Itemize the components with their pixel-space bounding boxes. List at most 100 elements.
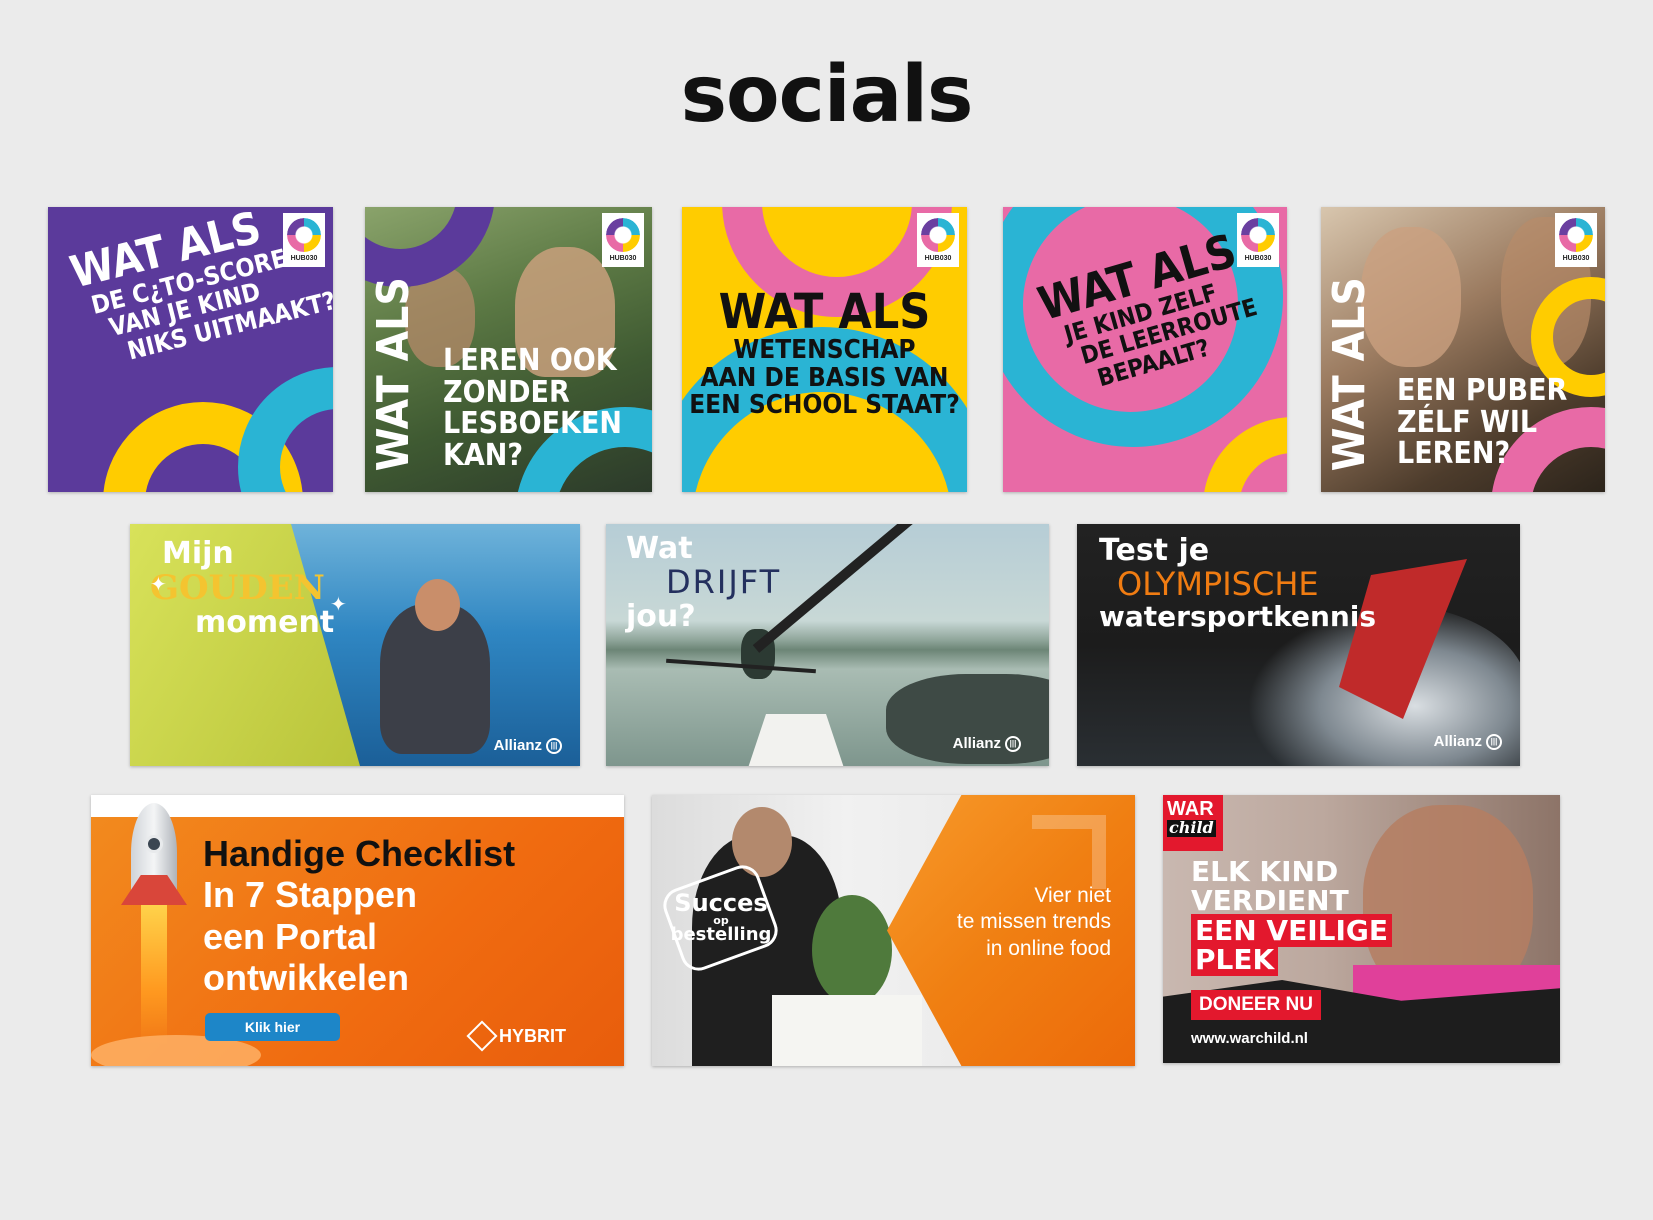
headline-line: VERDIENT [1191,884,1349,918]
hybrit-logo: HYBRIT [466,1020,566,1052]
warchild-logo: WAR child [1163,795,1223,851]
headline-line: moment [195,605,335,640]
allianz-card-drijft[interactable]: Wat DRIJFT jou? Allianz ||| [606,524,1049,766]
banner-headline: ELK KIND VERDIENT EEN VEILIGE PLEK [1191,855,1393,977]
question-line: LESBOEKEN [443,406,622,441]
hybrit-cube-icon [466,1020,498,1052]
headline-highlight: GOUDEN [150,568,325,608]
headline-line: een Portal [203,915,378,957]
brand-name: HYBRIT [499,1025,566,1046]
question-line: EEN PUBER [1397,373,1568,408]
headline-highlight: DRIJFT [666,563,782,601]
headline-line: Handige Checklist [203,833,516,874]
allianz-card-olympisch[interactable]: Test je OLYMPISCHE watersportkennis Alli… [1077,524,1520,766]
headline-red-text: EEN VEILIGE [1191,913,1393,947]
doneer-nu-button[interactable]: DONEER NU [1191,990,1321,1020]
question-line: AAN DE BASIS VAN [700,362,949,393]
tagline-line: Vier niet [1034,884,1111,907]
headline-line: Wat [626,531,693,566]
allianz-card-gouden[interactable]: Mijn GOUDEN moment ✦ ✦ Allianz ||| [130,524,580,766]
ring-icon [1241,218,1275,252]
question-line: WETENSCHAP [733,335,916,366]
sponsor-name: Allianz [493,737,542,754]
hybrit-banner[interactable]: Handige Checklist In 7 Stappen een Porta… [91,795,624,1066]
social-card-puber[interactable]: HUB030 WAT ALS EEN PUBER ZÉLF WIL LEREN? [1321,207,1605,492]
warchild-banner[interactable]: WAR child ELK KIND VERDIENT EEN VEILIGE … [1163,795,1560,1063]
logo-line: WAR [1167,798,1214,820]
sparkle-icon: ✦ [330,594,347,616]
question-line: KAN? [443,437,524,473]
social-card-lesboeken[interactable]: HUB030 WAT ALS LEREN OOK ZONDER LESBOEKE… [365,207,652,492]
sponsor-name: Allianz [1433,733,1482,750]
question-line: ZÉLF WIL [1397,404,1538,440]
card-headline: WAT ALS DE C¿TO-SCORE VAN JE KIND NIKS U… [65,207,333,373]
headline-line: In 7 Stappen [203,874,418,916]
paddle-shape [752,524,1020,653]
vertical-heading: WAT ALS [1323,277,1375,472]
shopping-bag-shape [772,995,922,1066]
hub030-logo: HUB030 [1237,213,1279,267]
headline-line: ontwikkelen [203,957,410,999]
headline-line: PLEK [1191,943,1392,977]
cyan-ring-shape [238,367,333,492]
logo-line: child [1167,818,1216,837]
banner-tagline: Vier niet te missen trends in online foo… [957,883,1111,962]
hub030-logo: HUB030 [917,213,959,267]
heading-line: WAT ALS [718,284,931,340]
question-line: LEREN? [1397,436,1511,471]
banner-headline: Handige Checklist In 7 Stappen een Porta… [203,833,515,999]
ring-icon [921,218,955,252]
headline-line: jou? [626,599,696,635]
tagline-line: in online food [986,936,1111,960]
warchild-url[interactable]: www.warchild.nl [1191,1030,1308,1047]
headline-line: EEN VEILIGE [1191,913,1393,947]
headline-line: Mijn [162,536,234,571]
purple-arc-shape [365,207,495,287]
ring-icon [606,218,640,252]
sparkle-icon: ✦ [150,574,167,596]
card-question: EEN PUBER ZÉLF WIL LEREN? [1397,375,1567,470]
badge-line: Succes [674,889,768,917]
headline-line: ELK KIND [1191,855,1339,888]
badge-line: bestelling [670,924,772,945]
headline-line: watersportkennis [1099,600,1377,634]
klik-hier-button[interactable]: Klik hier [205,1013,340,1041]
card-question: WAT ALS WETENSCHAP AAN DE BASIS VAN EEN … [682,287,967,419]
rocket-flame-shape [141,905,167,1045]
tagline-line: te missen trends [956,910,1111,934]
headline-highlight: OLYMPISCHE [1117,565,1319,603]
card-headline: Wat DRIJFT jou? [626,532,781,633]
vegetable-shape [812,895,892,1005]
allianz-eagle-icon: ||| [1005,735,1021,752]
page-title: socials [680,50,974,140]
photo-teen-figure [1361,227,1461,367]
food-banner[interactable]: Succes op bestelling Vier niet te missen… [652,795,1135,1066]
card-headline: Test je OLYMPISCHE watersportkennis [1099,534,1376,633]
social-card-leerroute[interactable]: HUB030 WAT ALS JE KIND ZELF DE LEERROUTE… [1003,207,1287,492]
rocket-window-icon [145,835,163,853]
card-question: LEREN OOK ZONDER LESBOEKEN KAN? [443,345,622,471]
question-line: ZONDER [443,374,570,410]
card-headline: Mijn GOUDEN moment [150,536,334,640]
succes-badge-text: Succes op bestelling [666,891,776,944]
question-line: EEN SCHOOL STAAT? [689,389,960,420]
allianz-eagle-icon: ||| [1486,733,1502,750]
hub030-logo: HUB030 [602,213,644,267]
hub030-logo: HUB030 [1555,213,1597,267]
yellow-ring-shape [1203,417,1287,492]
allianz-logo: Allianz ||| [953,735,1021,752]
allianz-eagle-icon: ||| [546,737,562,754]
sponsor-name: Allianz [952,735,1001,752]
social-card-wetenschap[interactable]: HUB030 WAT ALS WETENSCHAP AAN DE BASIS V… [682,207,967,492]
headline-line: Test je [1099,533,1210,568]
allianz-logo: Allianz ||| [1434,733,1502,750]
arrow-icon [1032,815,1106,889]
ring-icon [1559,218,1593,252]
question-line: LEREN OOK [443,343,617,378]
headline-red-text: PLEK [1191,943,1279,977]
vertical-heading: WAT ALS [367,277,419,472]
social-card-cito[interactable]: HUB030 WAT ALS DE C¿TO-SCORE VAN JE KIND… [48,207,333,492]
kayak-bow-shape [746,714,846,766]
surfer-head [415,579,460,631]
allianz-logo: Allianz ||| [494,737,562,754]
